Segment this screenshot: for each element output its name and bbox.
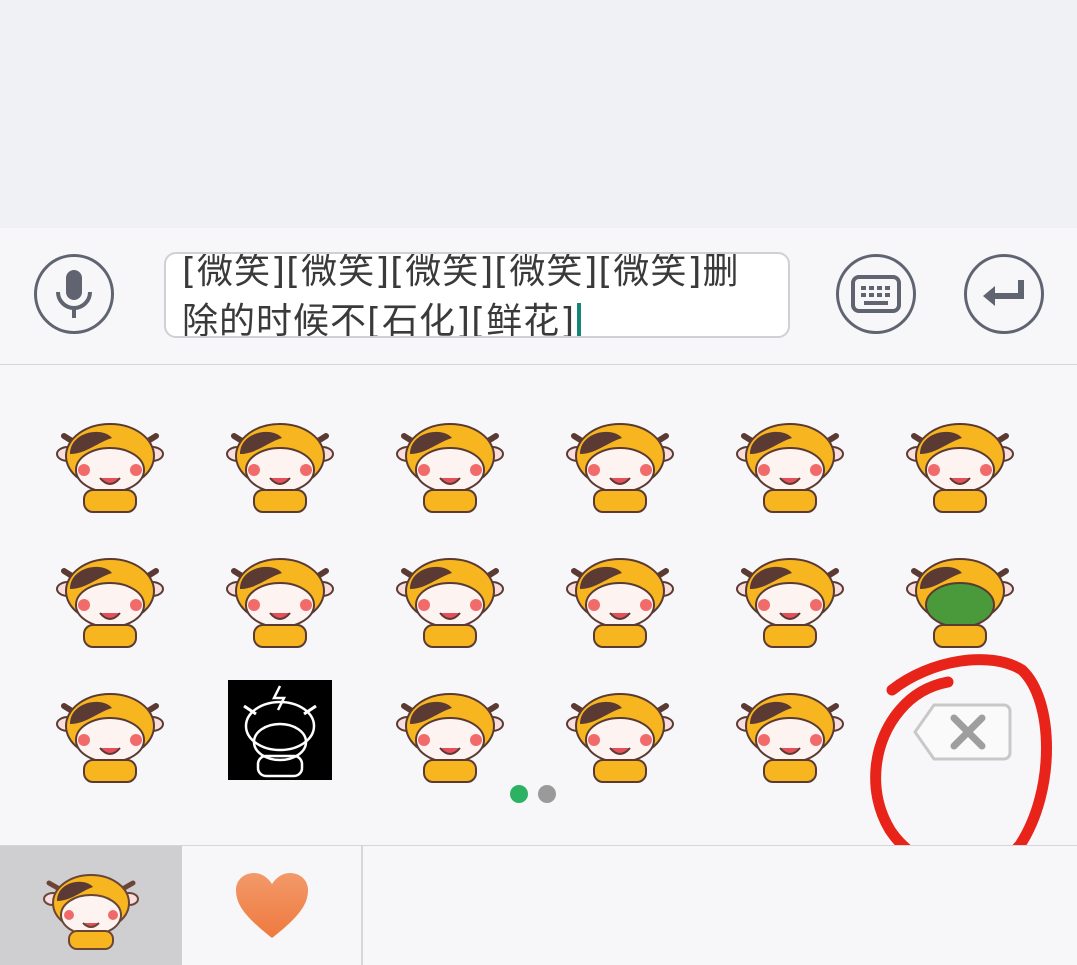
emoji-cow-frightened[interactable] bbox=[895, 405, 1025, 515]
cow-scream-icon bbox=[56, 558, 164, 648]
tab-favorites[interactable] bbox=[182, 846, 363, 965]
page-indicator bbox=[510, 785, 556, 803]
emoji-cow-smile[interactable] bbox=[45, 405, 175, 515]
cow-sticker-tab-icon bbox=[43, 873, 139, 950]
emoji-cow-sweat-facepalm[interactable] bbox=[385, 540, 515, 650]
cow-flower-blush-icon bbox=[396, 693, 504, 783]
sticker-tab-bar bbox=[0, 845, 1077, 965]
emoji-cow-question[interactable] bbox=[555, 540, 685, 650]
emoji-cow-laugh-big[interactable] bbox=[215, 405, 345, 515]
backspace-delete-icon bbox=[913, 703, 1012, 761]
cow-smile-icon bbox=[56, 423, 164, 513]
cow-angry-fire-icon bbox=[566, 423, 674, 513]
emoji-cow-shocked-eyes[interactable] bbox=[725, 405, 855, 515]
emoji-cow-shy-pick[interactable] bbox=[215, 540, 345, 650]
chat-area bbox=[0, 0, 1077, 228]
text-cursor bbox=[577, 303, 582, 336]
page-dot-active bbox=[510, 785, 528, 803]
cow-question-icon bbox=[566, 558, 674, 648]
cow-shy-pick-icon bbox=[226, 558, 334, 648]
cow-dizzy-icon bbox=[736, 558, 844, 648]
cow-crying-icon bbox=[566, 693, 674, 783]
return-arrow-icon bbox=[983, 280, 1024, 306]
keyboard-button[interactable] bbox=[836, 254, 916, 334]
input-text: 除的时候不[石化][鲜花] bbox=[182, 301, 576, 338]
emoji-cow-crying[interactable] bbox=[555, 675, 685, 785]
cow-heart-eyes-icon bbox=[56, 693, 164, 783]
cow-vomit-green-icon bbox=[906, 558, 1014, 648]
emoji-cow-heart-eyes[interactable] bbox=[45, 675, 175, 785]
voice-button[interactable] bbox=[34, 254, 114, 334]
keyboard-icon bbox=[851, 275, 901, 313]
emoji-cow-dizzy[interactable] bbox=[725, 540, 855, 650]
cow-bye-icon bbox=[736, 693, 844, 783]
tab-cow-stickers[interactable] bbox=[0, 846, 182, 965]
page-dot bbox=[538, 785, 556, 803]
emoji-cow-scream[interactable] bbox=[45, 540, 175, 650]
emoji-cow-petrified-black[interactable] bbox=[215, 675, 345, 785]
input-text-line-2: 除的时候不[石化][鲜花] bbox=[182, 292, 582, 338]
input-bar: [微笑][微笑][微笑][微笑][微笑]删 除的时候不[石化][鲜花] bbox=[0, 228, 1077, 365]
emoji-cow-bye[interactable] bbox=[725, 675, 855, 785]
message-input[interactable]: [微笑][微笑][微笑][微笑][微笑]删 除的时候不[石化][鲜花] bbox=[164, 252, 790, 338]
emoji-cow-love-giggle[interactable] bbox=[385, 405, 515, 515]
heart-icon bbox=[235, 872, 308, 938]
cow-love-giggle-icon bbox=[396, 423, 504, 513]
cow-laugh-big-icon bbox=[226, 423, 334, 513]
delete-button[interactable] bbox=[912, 701, 1012, 763]
emoji-cow-flower-blush[interactable] bbox=[385, 675, 515, 785]
cow-frightened-icon bbox=[906, 423, 1014, 513]
cow-sweat-facepalm-icon bbox=[396, 558, 504, 648]
emoji-cow-angry-fire[interactable] bbox=[555, 405, 685, 515]
microphone-icon bbox=[56, 270, 92, 318]
emoji-panel bbox=[0, 365, 1077, 845]
input-text-line-1: [微笑][微笑][微笑][微笑][微笑]删 bbox=[182, 252, 740, 292]
cow-shocked-eyes-icon bbox=[736, 423, 844, 513]
cow-petrified-black-icon bbox=[228, 680, 332, 780]
send-button[interactable] bbox=[964, 254, 1044, 334]
emoji-cow-vomit-green[interactable] bbox=[895, 540, 1025, 650]
